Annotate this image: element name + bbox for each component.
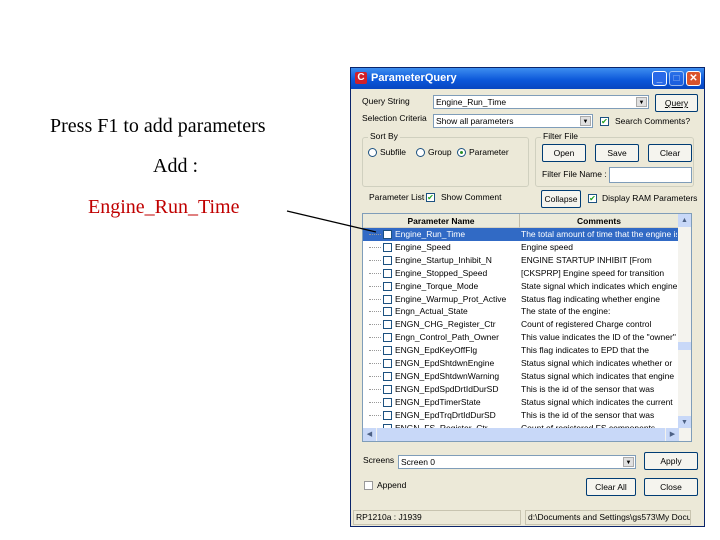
pointer-arrow — [286, 210, 377, 233]
